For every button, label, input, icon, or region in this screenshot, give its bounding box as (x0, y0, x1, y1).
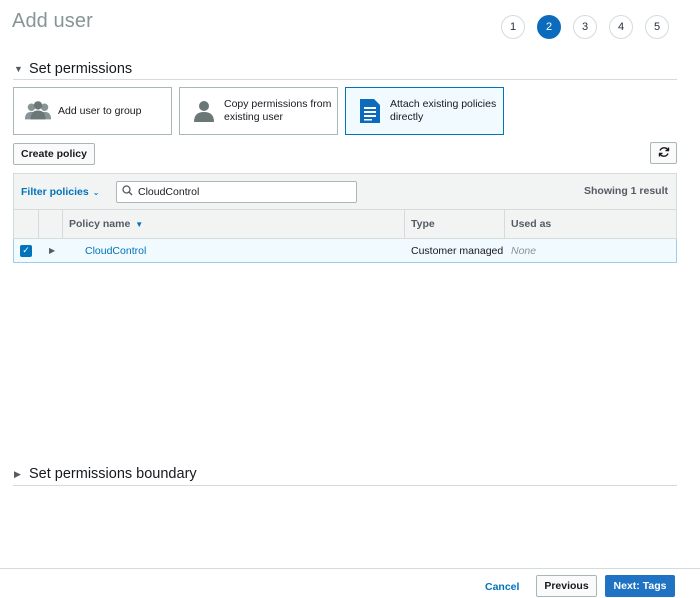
step-4[interactable]: 4 (609, 15, 633, 39)
create-policy-button[interactable]: Create policy (13, 143, 95, 165)
user-icon (190, 97, 218, 125)
option-add-user-to-group[interactable]: Add user to group (13, 87, 172, 135)
column-label: Type (411, 218, 435, 230)
filter-policies-label: Filter policies (21, 186, 89, 198)
refresh-icon (658, 146, 670, 161)
column-type[interactable]: Type (405, 210, 505, 238)
header-expand-cell (39, 210, 63, 238)
footer-divider (0, 568, 700, 569)
set-permissions-header[interactable]: ▼ Set permissions (14, 61, 132, 77)
result-count: Showing 1 result (583, 185, 668, 197)
row-checkbox[interactable]: ✓ (20, 244, 32, 257)
search-icon (122, 185, 138, 199)
set-permissions-boundary-title: Set permissions boundary (29, 466, 197, 482)
header-select-cell (14, 210, 39, 238)
filter-policies-dropdown[interactable]: Filter policies ⌄ (21, 186, 99, 198)
option-label: Attach existing policies directly (390, 98, 497, 123)
step-3[interactable]: 3 (573, 15, 597, 39)
option-label: Copy permissions from existing user (224, 98, 332, 123)
option-label: Add user to group (58, 104, 142, 117)
search-input[interactable] (138, 186, 348, 198)
table-row[interactable]: ✓ ▶ CloudControl Customer managed None (13, 239, 677, 263)
step-1[interactable]: 1 (501, 15, 525, 39)
users-group-icon (24, 97, 52, 125)
column-used-as[interactable]: Used as (505, 210, 676, 238)
document-icon (356, 97, 384, 125)
policy-name-link[interactable]: CloudControl (85, 245, 146, 257)
column-label: Policy name (69, 218, 131, 230)
caret-right-icon: ▶ (14, 468, 21, 479)
used-as-cell: None (511, 244, 537, 257)
refresh-button[interactable] (650, 142, 677, 164)
page-title: Add user (12, 10, 93, 32)
set-permissions-boundary-header[interactable]: ▶ Set permissions boundary (14, 466, 197, 482)
search-box (116, 181, 357, 203)
cancel-button[interactable]: Cancel (485, 581, 519, 593)
chevron-down-icon: ⌄ (92, 188, 100, 197)
previous-button[interactable]: Previous (536, 575, 597, 597)
next-tags-button[interactable]: Next: Tags (605, 575, 675, 597)
expand-cell: ▶ (39, 239, 63, 262)
section-divider (13, 485, 677, 486)
select-cell: ✓ (14, 239, 39, 262)
table-header: Policy name ▼ Type Used as (13, 210, 677, 239)
step-2[interactable]: 2 (537, 15, 561, 39)
caret-right-icon[interactable]: ▶ (49, 246, 55, 255)
column-policy-name[interactable]: Policy name ▼ (63, 210, 405, 238)
option-attach-policies[interactable]: Attach existing policies directly (345, 87, 504, 135)
caret-down-icon: ▼ (14, 64, 23, 74)
option-copy-permissions[interactable]: Copy permissions from existing user (179, 87, 338, 135)
filter-bar: Filter policies⌄ Showing 1 result (13, 173, 677, 210)
column-label: Used as (511, 218, 552, 230)
sort-descending-icon[interactable]: ▼ (135, 220, 143, 229)
policy-type-cell: Customer managed (411, 244, 504, 257)
policy-table: Filter policies⌄ Showing 1 result Policy… (13, 173, 677, 263)
step-5[interactable]: 5 (645, 15, 669, 39)
section-divider (13, 79, 677, 80)
policy-name-cell: CloudControl (63, 239, 405, 262)
set-permissions-title: Set permissions (29, 61, 133, 77)
wizard-steps: 1 2 3 4 5 (501, 15, 681, 39)
